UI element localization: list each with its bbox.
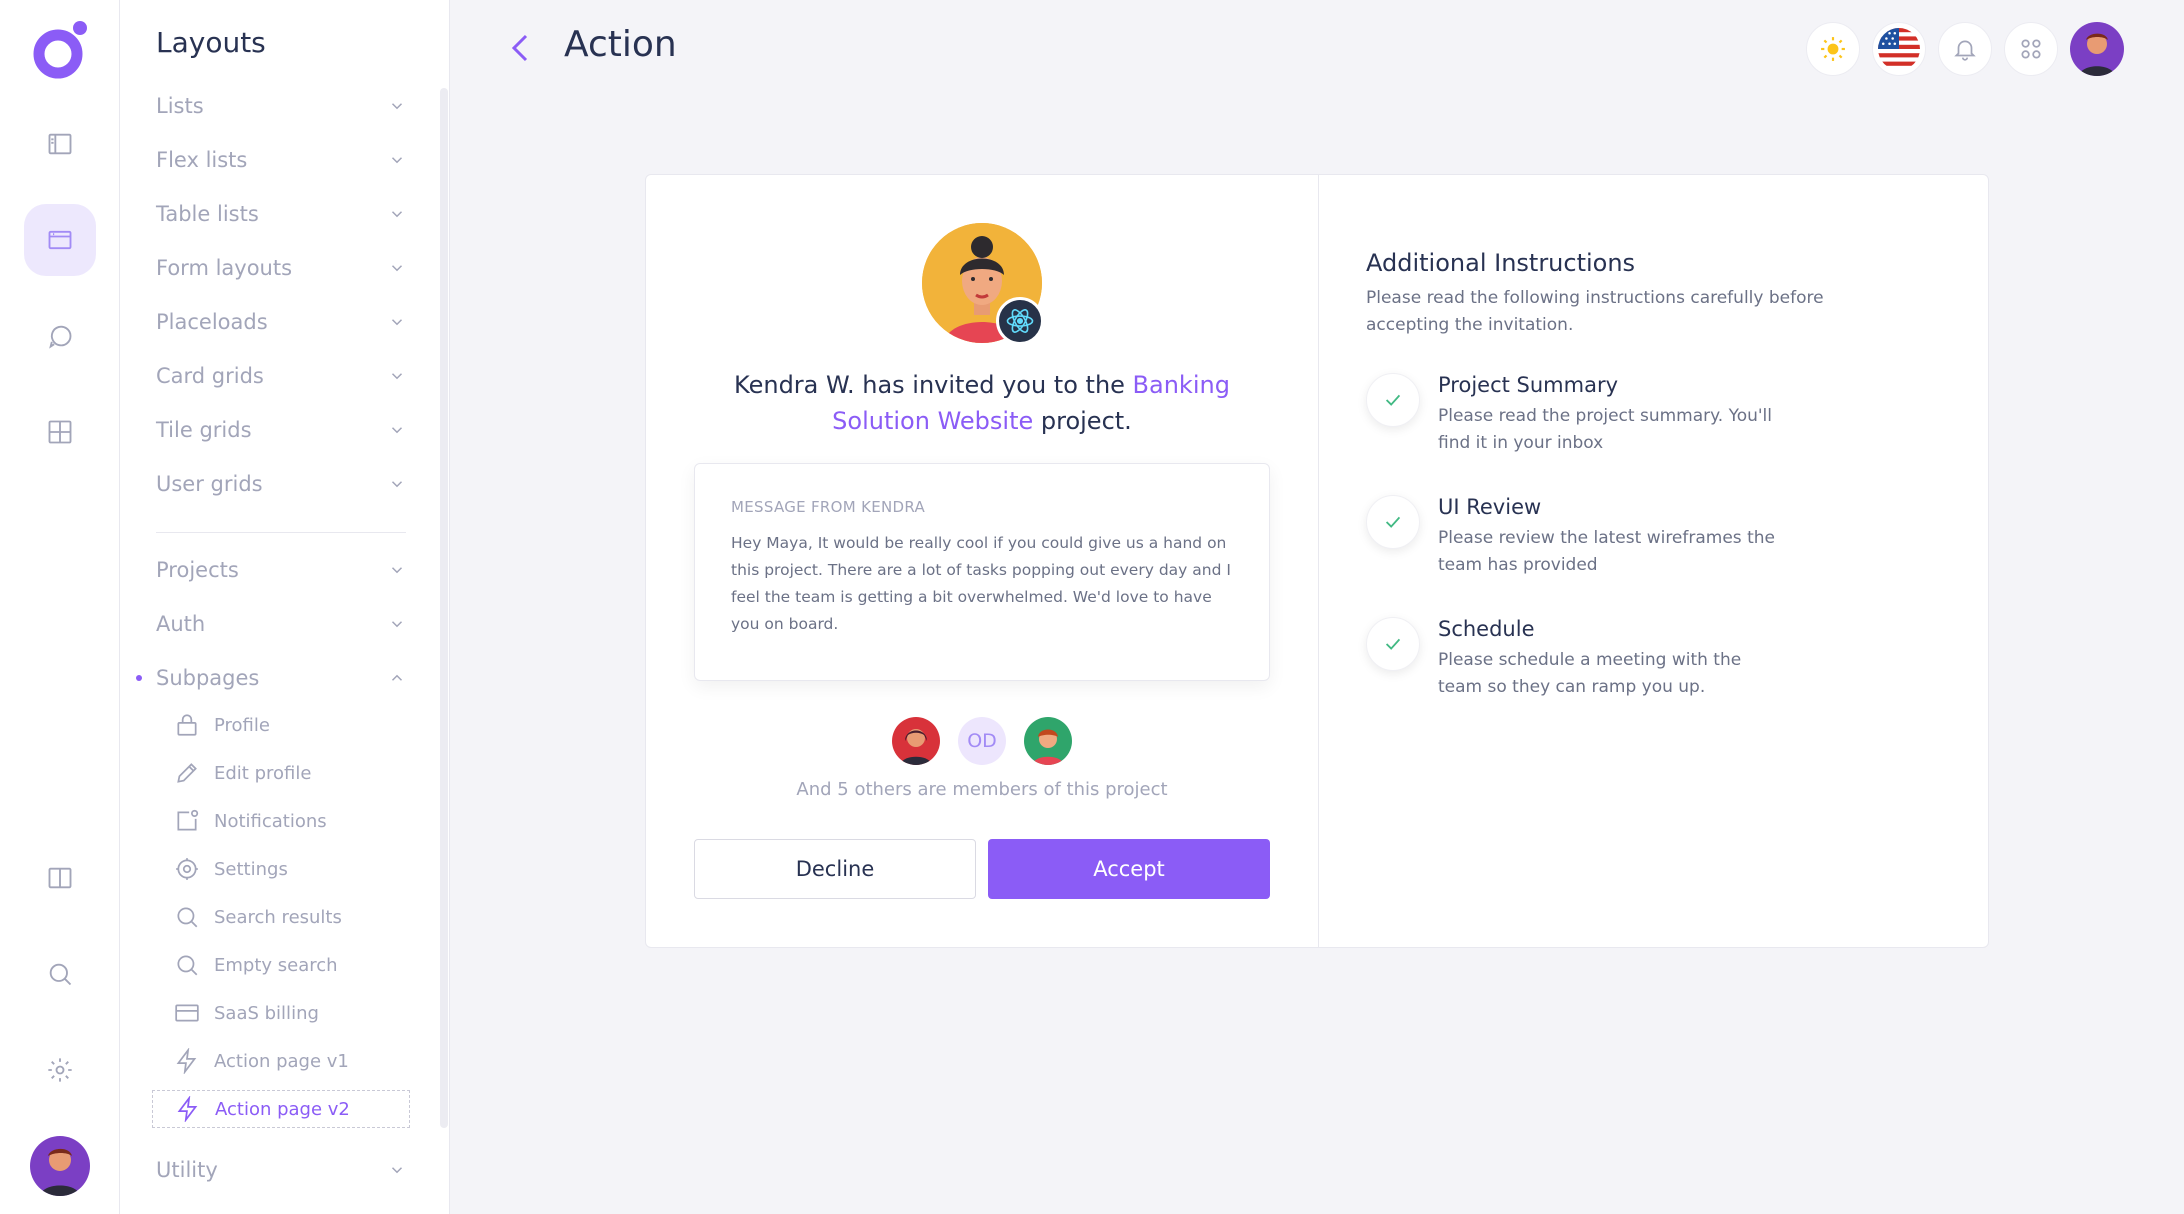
theme-toggle-button[interactable] bbox=[1806, 22, 1860, 76]
check-icon bbox=[1366, 373, 1420, 427]
invite-suffix: project. bbox=[1033, 407, 1132, 435]
step-description: Please review the latest wireframes the … bbox=[1438, 528, 1775, 575]
user-avatar[interactable] bbox=[30, 1136, 90, 1196]
back-chevron-icon[interactable] bbox=[500, 24, 540, 72]
member-avatar[interactable] bbox=[1024, 717, 1072, 765]
message-label: MESSAGE FROM KENDRA bbox=[731, 498, 926, 516]
menu-item-flex-lists[interactable]: Flex lists bbox=[156, 140, 406, 180]
subpage-search-results[interactable]: Search results bbox=[152, 898, 410, 936]
step-title: Schedule bbox=[1438, 617, 1535, 641]
language-button[interactable] bbox=[1872, 22, 1926, 76]
instructions-subtitle: Please read the following instructions c… bbox=[1366, 288, 1824, 335]
menu-item-user-grids[interactable]: User grids bbox=[156, 464, 406, 504]
decline-button[interactable]: Decline bbox=[694, 839, 976, 899]
subpage-settings[interactable]: Settings bbox=[152, 850, 410, 888]
us-flag-icon bbox=[1878, 28, 1920, 70]
menu-item-tile-grids[interactable]: Tile grids bbox=[156, 410, 406, 450]
bell-icon bbox=[1954, 40, 1976, 61]
search-icon[interactable] bbox=[24, 938, 96, 1010]
notifications-button[interactable] bbox=[1938, 22, 1992, 76]
lightning-icon bbox=[177, 1096, 198, 1122]
active-section-bullet bbox=[136, 675, 142, 681]
step-title: Project Summary bbox=[1438, 373, 1619, 397]
app-logo[interactable] bbox=[28, 18, 92, 82]
chevron-up-icon bbox=[391, 674, 403, 681]
subpage-saas-billing[interactable]: SaaS billing bbox=[152, 994, 410, 1032]
check-icon bbox=[1366, 617, 1420, 671]
menu-item-form-layouts[interactable]: Form layouts bbox=[156, 248, 406, 288]
side-panel-title: Layouts bbox=[156, 26, 266, 59]
member-avatars: OD bbox=[892, 717, 1072, 765]
columns-icon[interactable] bbox=[24, 842, 96, 914]
menu-item-card-grids[interactable]: Card grids bbox=[156, 356, 406, 396]
chevron-down-icon bbox=[391, 211, 403, 218]
notification-square-icon bbox=[177, 809, 199, 831]
message-body: Hey Maya, It would be really cool if you… bbox=[731, 534, 1231, 633]
step-description: Please read the project summary. You'll … bbox=[1438, 406, 1772, 453]
members-text: And 5 others are members of this project bbox=[796, 779, 1168, 800]
chevron-down-icon bbox=[391, 481, 403, 488]
side-panel-scrollbar[interactable] bbox=[440, 88, 448, 1128]
subpage-action-page-v2[interactable]: Action page v2 bbox=[152, 1090, 410, 1128]
member-avatar[interactable] bbox=[892, 717, 940, 765]
apps-grid-icon bbox=[2021, 39, 2041, 59]
gear-icon bbox=[176, 858, 198, 880]
sun-icon bbox=[1821, 37, 1845, 61]
chevron-down-icon bbox=[391, 567, 403, 574]
subpage-empty-search[interactable]: Empty search bbox=[152, 946, 410, 984]
chevron-down-icon bbox=[391, 1167, 403, 1174]
menu-item-utility[interactable]: Utility bbox=[156, 1150, 406, 1190]
profile-avatar-button[interactable] bbox=[2070, 22, 2124, 76]
member-initials-avatar[interactable]: OD bbox=[958, 717, 1006, 765]
subpage-action-page-v1[interactable]: Action page v1 bbox=[152, 1042, 410, 1080]
subpage-edit-profile[interactable]: Edit profile bbox=[152, 754, 410, 792]
invite-text: Kendra W. has invited you to the Banking… bbox=[706, 367, 1258, 439]
search-icon bbox=[177, 907, 198, 928]
page-title: Action bbox=[564, 24, 677, 65]
apps-button[interactable] bbox=[2004, 22, 2058, 76]
chevron-down-icon bbox=[391, 319, 403, 326]
chevron-down-icon bbox=[391, 373, 403, 380]
invitation-card: Kendra W. has invited you to the Banking… bbox=[645, 174, 1989, 948]
lock-icon bbox=[177, 714, 197, 736]
step-description: Please schedule a meeting with the team … bbox=[1438, 650, 1742, 697]
credit-card-icon bbox=[175, 1004, 199, 1022]
gear-icon[interactable] bbox=[24, 1034, 96, 1106]
check-icon bbox=[1366, 495, 1420, 549]
chevron-down-icon bbox=[391, 103, 403, 110]
message-box: MESSAGE FROM KENDRA Hey Maya, It would b… bbox=[694, 463, 1270, 681]
menu-item-table-lists[interactable]: Table lists bbox=[156, 194, 406, 234]
menu-item-projects[interactable]: Projects bbox=[156, 550, 406, 590]
pencil-icon bbox=[177, 763, 197, 783]
chevron-down-icon bbox=[391, 157, 403, 164]
subpage-notifications[interactable]: Notifications bbox=[152, 802, 410, 840]
messages-icon[interactable] bbox=[24, 300, 96, 372]
menu-item-subpages[interactable]: Subpages bbox=[156, 658, 406, 698]
menu-item-auth[interactable]: Auth bbox=[156, 604, 406, 644]
step-title: UI Review bbox=[1438, 495, 1542, 519]
card-divider bbox=[1318, 175, 1319, 947]
chevron-down-icon bbox=[391, 621, 403, 628]
menu-item-lists[interactable]: Lists bbox=[156, 86, 406, 126]
chevron-down-icon bbox=[391, 427, 403, 434]
user-avatar bbox=[2070, 22, 2124, 76]
layouts-icon[interactable] bbox=[24, 204, 96, 276]
instructions-title: Additional Instructions bbox=[1366, 249, 1636, 277]
accept-button[interactable]: Accept bbox=[988, 839, 1270, 899]
lightning-icon bbox=[176, 1048, 197, 1074]
chevron-down-icon bbox=[391, 265, 403, 272]
grid-icon[interactable] bbox=[24, 396, 96, 468]
react-icon bbox=[996, 297, 1044, 345]
menu-item-placeloads[interactable]: Placeloads bbox=[156, 302, 406, 342]
side-panel: Layouts Lists Flex lists Table lists For… bbox=[120, 0, 450, 1214]
search-icon bbox=[177, 955, 198, 976]
invite-prefix: Kendra W. has invited you to the bbox=[734, 371, 1133, 399]
sidebar-toggle-icon[interactable] bbox=[24, 108, 96, 180]
menu-divider bbox=[156, 532, 406, 533]
icon-bar bbox=[0, 0, 120, 1214]
subpage-profile[interactable]: Profile bbox=[152, 706, 410, 744]
